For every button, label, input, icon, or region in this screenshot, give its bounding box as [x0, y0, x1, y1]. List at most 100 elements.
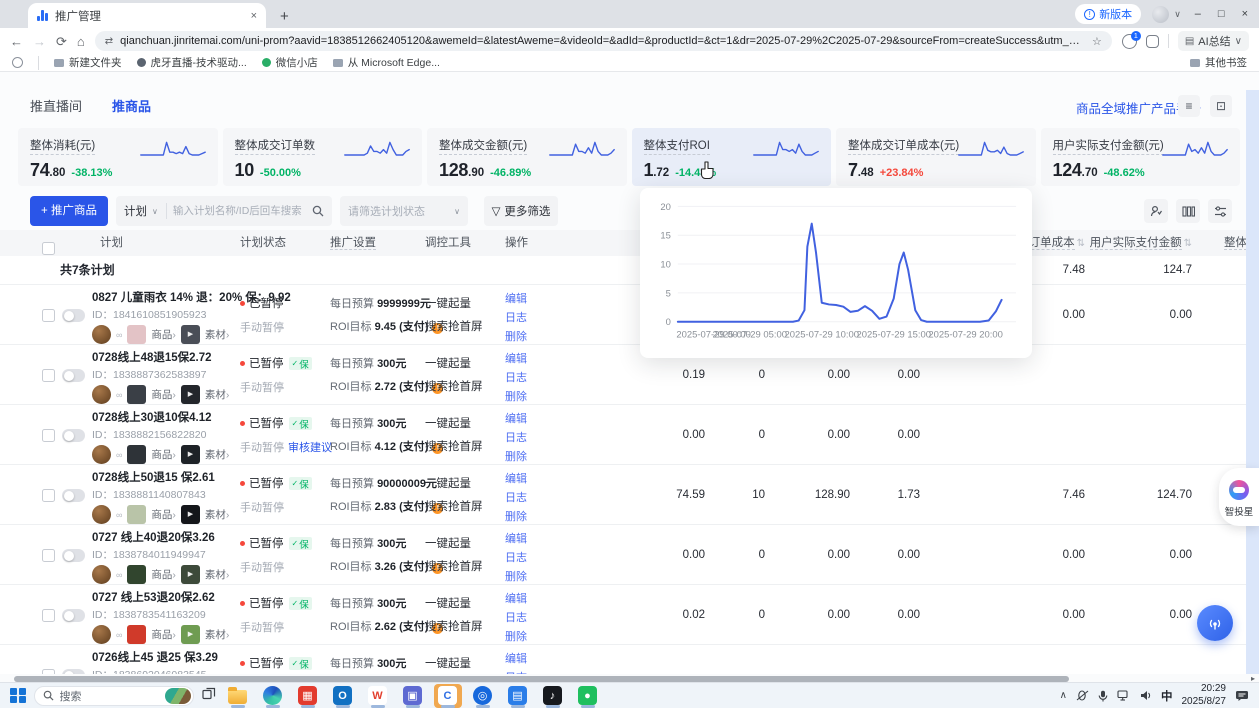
audience-icon-button[interactable]: [1144, 199, 1168, 223]
log-link[interactable]: 日志: [505, 429, 527, 445]
plan-status-select[interactable]: 请筛选计划状态∨: [340, 196, 468, 226]
product-link[interactable]: 商品›: [151, 387, 176, 402]
product-thumbnail[interactable]: [127, 625, 146, 644]
metric-card[interactable]: 整体成交订单成本(元) 7 .48 +23.84%: [836, 128, 1036, 186]
forward-icon[interactable]: →: [33, 35, 46, 48]
row-checkbox[interactable]: [42, 429, 55, 442]
custom-columns-icon-button[interactable]: [1176, 199, 1200, 223]
log-link[interactable]: 日志: [505, 489, 527, 505]
row-checkbox[interactable]: [42, 609, 55, 622]
tray-expand-icon[interactable]: ∧: [1060, 690, 1067, 701]
ime-indicator[interactable]: 中: [1161, 688, 1173, 704]
horizontal-scrollbar[interactable]: ▸: [0, 674, 1259, 682]
tab-live-room[interactable]: 推直播间: [30, 96, 82, 115]
row-checkbox[interactable]: [42, 549, 55, 562]
speaker-icon[interactable]: [1140, 690, 1152, 701]
product-link[interactable]: 商品›: [151, 627, 176, 642]
row-enable-toggle[interactable]: [62, 369, 85, 382]
material-link[interactable]: 素材›: [205, 447, 230, 462]
log-link[interactable]: 日志: [505, 609, 527, 625]
browser-profile-avatar[interactable]: [1152, 6, 1169, 23]
taskbar-app-icon[interactable]: O: [329, 684, 357, 708]
bookmark-item[interactable]: 微信小店: [262, 55, 318, 70]
plan-title[interactable]: 0727 线上53退20保2.62: [92, 589, 242, 605]
more-filters-button[interactable]: ▽更多筛选: [484, 196, 558, 226]
device-muted-icon[interactable]: [1076, 690, 1089, 701]
product-link[interactable]: 商品›: [151, 447, 176, 462]
product-link[interactable]: 商品›: [151, 507, 176, 522]
extension-badge-icon[interactable]: 1: [1122, 34, 1137, 49]
microphone-icon[interactable]: [1098, 690, 1108, 702]
search-top-screen-link[interactable]: 搜索抢首屏: [425, 438, 483, 454]
one-click-boost-link[interactable]: 一键起量: [425, 535, 483, 551]
row-checkbox[interactable]: [42, 369, 55, 382]
material-thumbnail[interactable]: ▶: [181, 445, 200, 464]
edit-link[interactable]: 编辑: [505, 530, 527, 546]
material-link[interactable]: 素材›: [205, 327, 230, 342]
edit-link[interactable]: 编辑: [505, 650, 527, 666]
material-thumbnail[interactable]: ▶: [181, 565, 200, 584]
product-thumbnail[interactable]: [127, 565, 146, 584]
search-scope-select[interactable]: 计划∨: [116, 203, 166, 219]
row-enable-toggle[interactable]: [62, 489, 85, 502]
bookmarks-lead-icon[interactable]: [12, 57, 23, 68]
metric-card[interactable]: 整体成交订单数 10 -50.00%: [223, 128, 423, 186]
profile-chevron-icon[interactable]: ∨: [1174, 9, 1181, 20]
window-maximize-button[interactable]: □: [1215, 8, 1228, 20]
taskbar-search[interactable]: 搜索: [34, 686, 194, 706]
help-float-button[interactable]: [1197, 605, 1233, 641]
col-user-pay[interactable]: 用户实际支付金额⇅: [1080, 230, 1192, 257]
tab-products[interactable]: 推商品: [112, 96, 151, 115]
product-link[interactable]: 商品›: [151, 327, 176, 342]
bookmark-star-icon[interactable]: ☆: [1092, 35, 1102, 48]
other-bookmarks-button[interactable]: 其他书签: [1190, 55, 1247, 70]
taskbar-app-icon[interactable]: C: [434, 684, 462, 708]
plan-title[interactable]: 0728线上50退15 保2.61: [92, 469, 242, 485]
taskbar-app-icon[interactable]: ●: [574, 684, 602, 708]
one-click-boost-link[interactable]: 一键起量: [425, 475, 483, 491]
product-link[interactable]: 商品›: [151, 567, 176, 582]
log-link[interactable]: 日志: [505, 549, 527, 565]
search-icon[interactable]: [312, 205, 324, 217]
row-enable-toggle[interactable]: [62, 429, 85, 442]
tab-close-icon[interactable]: ×: [251, 10, 257, 22]
delete-link[interactable]: 删除: [505, 568, 527, 584]
metric-card[interactable]: 整体支付ROI 1 .72 -14.43%: [632, 128, 832, 186]
settings-icon[interactable]: ≡: [1178, 95, 1200, 117]
material-thumbnail[interactable]: ▶: [181, 505, 200, 524]
plan-title[interactable]: 0727 线上40退20保3.26: [92, 529, 242, 545]
bookmark-item[interactable]: 虎牙直播-技术驱动...: [137, 55, 247, 70]
search-highlight-image[interactable]: [165, 688, 191, 704]
taskbar-app-icon[interactable]: ▤: [504, 684, 532, 708]
notification-icon[interactable]: [1235, 690, 1249, 702]
material-link[interactable]: 素材›: [205, 627, 230, 642]
smart-assistant-widget[interactable]: 智投星: [1219, 468, 1259, 526]
row-enable-toggle[interactable]: [62, 309, 85, 322]
plan-title[interactable]: 0728线上48退15保2.72: [92, 349, 242, 365]
delete-link[interactable]: 删除: [505, 328, 527, 344]
review-suggestion-link[interactable]: 审核建议: [288, 442, 332, 454]
product-thumbnail[interactable]: [127, 385, 146, 404]
row-enable-toggle[interactable]: [62, 609, 85, 622]
network-display-icon[interactable]: [1117, 690, 1131, 701]
product-thumbnail[interactable]: [127, 505, 146, 524]
page-scrollbar-strip[interactable]: [1246, 90, 1259, 676]
product-thumbnail[interactable]: [127, 325, 146, 344]
taskbar-app-icon[interactable]: [224, 684, 252, 708]
url-bar[interactable]: ⇄ qianchuan.jinritemai.com/uni-prom?aavi…: [95, 31, 1112, 51]
edit-link[interactable]: 编辑: [505, 290, 527, 306]
one-click-boost-link[interactable]: 一键起量: [425, 655, 483, 671]
taskbar-app-icon[interactable]: [259, 684, 287, 708]
search-top-screen-link[interactable]: 搜索抢首屏: [425, 498, 483, 514]
row-enable-toggle[interactable]: [62, 549, 85, 562]
metric-card[interactable]: 整体消耗(元) 74 .80 -38.13%: [18, 128, 218, 186]
taskbar-app-icon[interactable]: ▦: [294, 684, 322, 708]
search-top-screen-link[interactable]: 搜索抢首屏: [425, 618, 483, 634]
window-minimize-button[interactable]: –: [1192, 8, 1204, 20]
taskbar-clock[interactable]: 20:29 2025/8/27: [1182, 683, 1227, 708]
taskbar-app-icon[interactable]: ▣: [399, 684, 427, 708]
material-link[interactable]: 素材›: [205, 567, 230, 582]
taskbar-app-icon[interactable]: ♪: [539, 684, 567, 708]
plan-title[interactable]: 0728线上30退10保4.12: [92, 409, 242, 425]
row-checkbox[interactable]: [42, 489, 55, 502]
